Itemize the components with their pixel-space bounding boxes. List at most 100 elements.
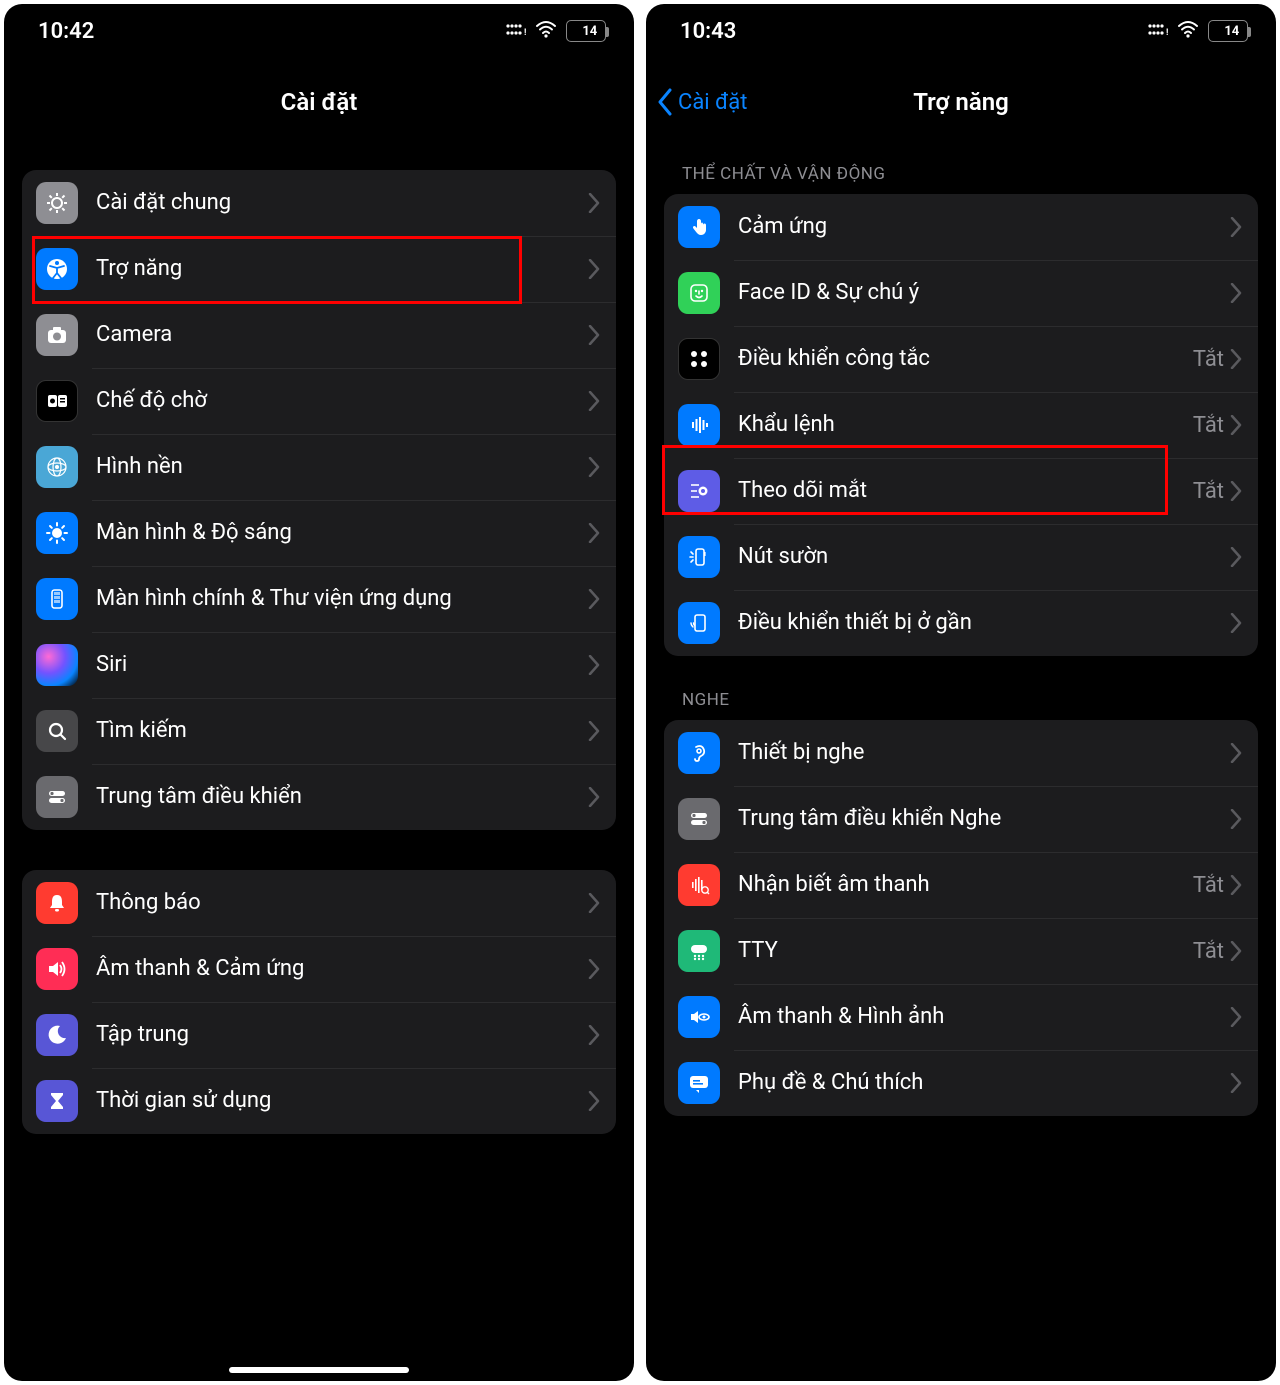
camera-icon	[36, 314, 78, 356]
touch-icon	[678, 206, 720, 248]
row-eye-tracking[interactable]: Theo dõi mắt Tắt	[664, 458, 1258, 524]
row-label: Camera	[96, 321, 588, 349]
nearby-icon	[678, 602, 720, 644]
tty-icon	[678, 930, 720, 972]
nav-bar: Cài đặt	[4, 74, 634, 130]
chevron-icon	[588, 655, 600, 675]
chevron-icon	[1230, 1007, 1242, 1027]
battery-indicator: 14	[566, 20, 606, 42]
row-label: Màn hình chính & Thư viện ứng dụng	[96, 585, 588, 613]
row-focus[interactable]: Tập trung	[22, 1002, 616, 1068]
right-screenshot: 10:43 14 Cài đặt Trợ năng THỂ CHẤT VÀ VẬ…	[646, 4, 1276, 1381]
bell-icon	[36, 882, 78, 924]
nav-bar: Cài đặt Trợ năng	[646, 74, 1276, 130]
row-tty[interactable]: TTY Tắt	[664, 918, 1258, 984]
back-button[interactable]: Cài đặt	[656, 88, 747, 116]
chevron-icon	[1230, 547, 1242, 567]
group-hearing: Thiết bị nghe Trung tâm điều khiển Nghe …	[664, 720, 1258, 1116]
home-indicator[interactable]	[229, 1367, 409, 1373]
side-button-icon	[678, 536, 720, 578]
row-hearing-control-center[interactable]: Trung tâm điều khiển Nghe	[664, 786, 1258, 852]
row-faceid[interactable]: Face ID & Sự chú ý	[664, 260, 1258, 326]
accessibility-icon	[36, 248, 78, 290]
row-notifications[interactable]: Thông báo	[22, 870, 616, 936]
chevron-icon	[588, 959, 600, 979]
moon-icon	[36, 1014, 78, 1056]
chevron-icon	[588, 721, 600, 741]
row-label: Trợ năng	[96, 255, 588, 283]
row-value: Tắt	[1193, 347, 1224, 372]
left-screenshot: 10:42 14 Cài đặt Cài đặt chung Trợ năng	[4, 4, 634, 1381]
dual-sim-icon	[504, 19, 526, 44]
section-header-hearing: NGHE	[664, 656, 1258, 720]
dual-sim-icon	[1146, 19, 1168, 44]
row-label: Màn hình & Độ sáng	[96, 519, 588, 547]
row-label: Khẩu lệnh	[738, 411, 1193, 439]
row-label: Thời gian sử dụng	[96, 1087, 588, 1115]
search-icon	[36, 710, 78, 752]
chevron-icon	[588, 193, 600, 213]
row-siri[interactable]: Siri	[22, 632, 616, 698]
row-camera[interactable]: Camera	[22, 302, 616, 368]
row-value: Tắt	[1193, 873, 1224, 898]
row-standby[interactable]: Chế độ chờ	[22, 368, 616, 434]
row-label: Tìm kiếm	[96, 717, 588, 745]
row-label: Điều khiển thiết bị ở gần	[738, 609, 1224, 637]
sound-recognition-icon	[678, 864, 720, 906]
wallpaper-icon	[36, 446, 78, 488]
switch-control-icon	[678, 338, 720, 380]
section-header-physical: THỂ CHẤT VÀ VẬN ĐỘNG	[664, 130, 1258, 194]
row-touch[interactable]: Cảm ứng	[664, 194, 1258, 260]
chevron-icon	[1230, 415, 1242, 435]
eye-tracking-icon	[678, 470, 720, 512]
row-switch-control[interactable]: Điều khiển công tắc Tắt	[664, 326, 1258, 392]
row-sounds[interactable]: Âm thanh & Cảm ứng	[22, 936, 616, 1002]
row-wallpaper[interactable]: Hình nền	[22, 434, 616, 500]
row-display[interactable]: Màn hình & Độ sáng	[22, 500, 616, 566]
hourglass-icon	[36, 1080, 78, 1122]
row-control-center[interactable]: Trung tâm điều khiển	[22, 764, 616, 830]
row-homescreen[interactable]: Màn hình chính & Thư viện ứng dụng	[22, 566, 616, 632]
row-label: Hình nền	[96, 453, 588, 481]
row-side-button[interactable]: Nút sườn	[664, 524, 1258, 590]
row-value: Tắt	[1193, 413, 1224, 438]
ear-icon	[678, 732, 720, 774]
audio-visual-icon	[678, 996, 720, 1038]
row-search[interactable]: Tìm kiếm	[22, 698, 616, 764]
row-voice-control[interactable]: Khẩu lệnh Tắt	[664, 392, 1258, 458]
page-title: Trợ năng	[913, 88, 1009, 116]
row-label: Trung tâm điều khiển	[96, 783, 588, 811]
chevron-icon	[1230, 875, 1242, 895]
chevron-icon	[588, 457, 600, 477]
standby-icon	[36, 380, 78, 422]
row-label: Thông báo	[96, 889, 588, 917]
row-nearby-devices[interactable]: Điều khiển thiết bị ở gần	[664, 590, 1258, 656]
chevron-icon	[1230, 809, 1242, 829]
row-general[interactable]: Cài đặt chung	[22, 170, 616, 236]
chevron-icon	[588, 787, 600, 807]
settings-group-notifications: Thông báo Âm thanh & Cảm ứng Tập trung T…	[22, 870, 616, 1134]
row-label: Tập trung	[96, 1021, 588, 1049]
row-screentime[interactable]: Thời gian sử dụng	[22, 1068, 616, 1134]
chevron-icon	[588, 325, 600, 345]
row-hearing-devices[interactable]: Thiết bị nghe	[664, 720, 1258, 786]
row-label: Âm thanh & Hình ảnh	[738, 1003, 1224, 1031]
row-label: Face ID & Sự chú ý	[738, 279, 1224, 307]
voice-icon	[678, 404, 720, 446]
chevron-icon	[588, 523, 600, 543]
settings-group-general: Cài đặt chung Trợ năng Camera Chế độ chờ	[22, 170, 616, 830]
status-bar: 10:42 14	[4, 4, 634, 58]
chevron-icon	[1230, 349, 1242, 369]
chevron-icon	[1230, 613, 1242, 633]
faceid-icon	[678, 272, 720, 314]
row-sound-recognition[interactable]: Nhận biết âm thanh Tắt	[664, 852, 1258, 918]
toggles-icon	[36, 776, 78, 818]
row-accessibility[interactable]: Trợ năng	[22, 236, 616, 302]
row-audio-visual[interactable]: Âm thanh & Hình ảnh	[664, 984, 1258, 1050]
row-subtitles[interactable]: Phụ đề & Chú thích	[664, 1050, 1258, 1116]
row-label: Nút sườn	[738, 543, 1224, 571]
row-label: Thiết bị nghe	[738, 739, 1224, 767]
siri-icon	[36, 644, 78, 686]
row-label: Cài đặt chung	[96, 189, 588, 217]
row-label: Theo dõi mắt	[738, 477, 1193, 505]
